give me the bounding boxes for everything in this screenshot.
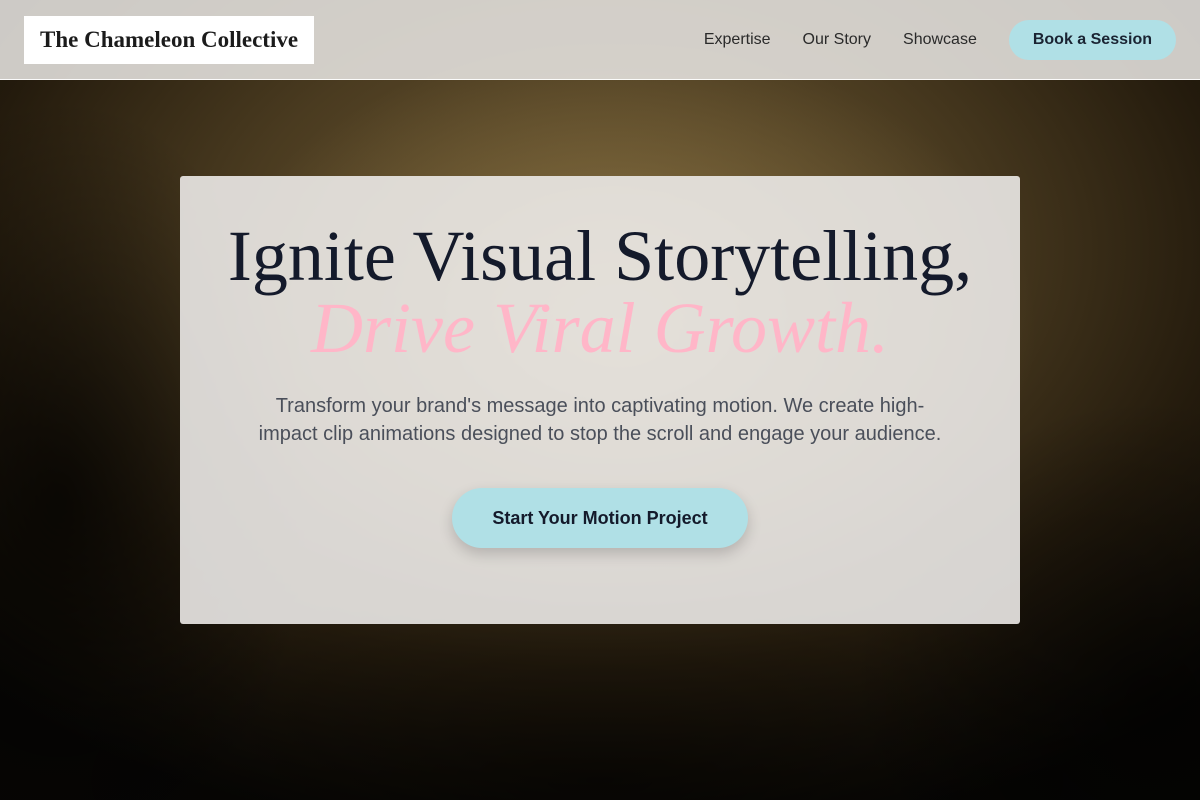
start-project-button[interactable]: Start Your Motion Project: [452, 488, 748, 548]
site-header: The Chameleon Collective Expertise Our S…: [0, 0, 1200, 80]
hero-headline: Ignite Visual Storytelling, Drive Viral …: [180, 176, 1020, 364]
hero-card: Ignite Visual Storytelling, Drive Viral …: [180, 176, 1020, 624]
nav-link-expertise[interactable]: Expertise: [704, 31, 771, 49]
nav-link-showcase[interactable]: Showcase: [903, 31, 977, 49]
main-nav: Expertise Our Story Showcase Book a Sess…: [704, 20, 1176, 60]
headline-line-2: Drive Viral Growth.: [311, 288, 889, 368]
nav-link-our-story[interactable]: Our Story: [803, 31, 871, 49]
book-session-button[interactable]: Book a Session: [1008, 20, 1176, 60]
hero-subtext: Transform your brand's message into capt…: [258, 395, 942, 445]
brand-logo[interactable]: The Chameleon Collective: [24, 16, 315, 64]
headline-line-1: Ignite Visual Storytelling,: [227, 216, 973, 296]
